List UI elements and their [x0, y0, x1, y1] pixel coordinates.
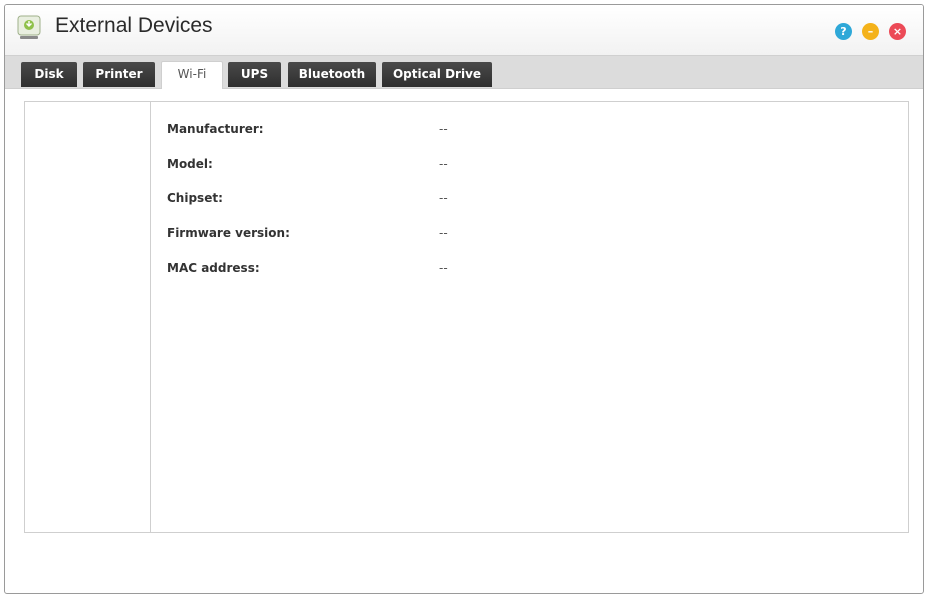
- window-title: External Devices: [55, 14, 213, 37]
- info-row-chipset: Chipset: --: [167, 191, 867, 211]
- device-list-pane: [25, 102, 151, 532]
- tab-optical-drive[interactable]: Optical Drive: [382, 62, 492, 87]
- close-button[interactable]: ×: [889, 23, 906, 40]
- firmware-version-value: --: [439, 226, 448, 240]
- title-bar: External Devices ? – ×: [5, 5, 923, 55]
- info-row-firmware-version: Firmware version: --: [167, 226, 867, 246]
- tab-ups[interactable]: UPS: [228, 62, 281, 87]
- info-row-manufacturer: Manufacturer: --: [167, 122, 867, 142]
- tab-bar: Disk Printer Wi-Fi UPS Bluetooth Optical…: [5, 55, 923, 89]
- tab-disk[interactable]: Disk: [21, 62, 77, 87]
- external-devices-window: External Devices ? – × Disk Printer Wi-F…: [4, 4, 924, 594]
- minimize-button[interactable]: –: [862, 23, 879, 40]
- manufacturer-value: --: [439, 122, 448, 136]
- info-row-model: Model: --: [167, 157, 867, 177]
- tab-bluetooth[interactable]: Bluetooth: [288, 62, 376, 87]
- info-row-mac-address: MAC address: --: [167, 261, 867, 281]
- model-label: Model:: [167, 157, 213, 171]
- tab-wifi[interactable]: Wi-Fi: [161, 61, 223, 89]
- mac-address-value: --: [439, 261, 448, 275]
- wifi-panel: Manufacturer: -- Model: -- Chipset: -- F…: [24, 101, 909, 533]
- chipset-label: Chipset:: [167, 191, 223, 205]
- tab-printer[interactable]: Printer: [83, 62, 155, 87]
- chipset-value: --: [439, 191, 448, 205]
- mac-address-label: MAC address:: [167, 261, 260, 275]
- manufacturer-label: Manufacturer:: [167, 122, 264, 136]
- model-value: --: [439, 157, 448, 171]
- external-devices-app-icon: [17, 15, 41, 41]
- help-button[interactable]: ?: [835, 23, 852, 40]
- firmware-version-label: Firmware version:: [167, 226, 290, 240]
